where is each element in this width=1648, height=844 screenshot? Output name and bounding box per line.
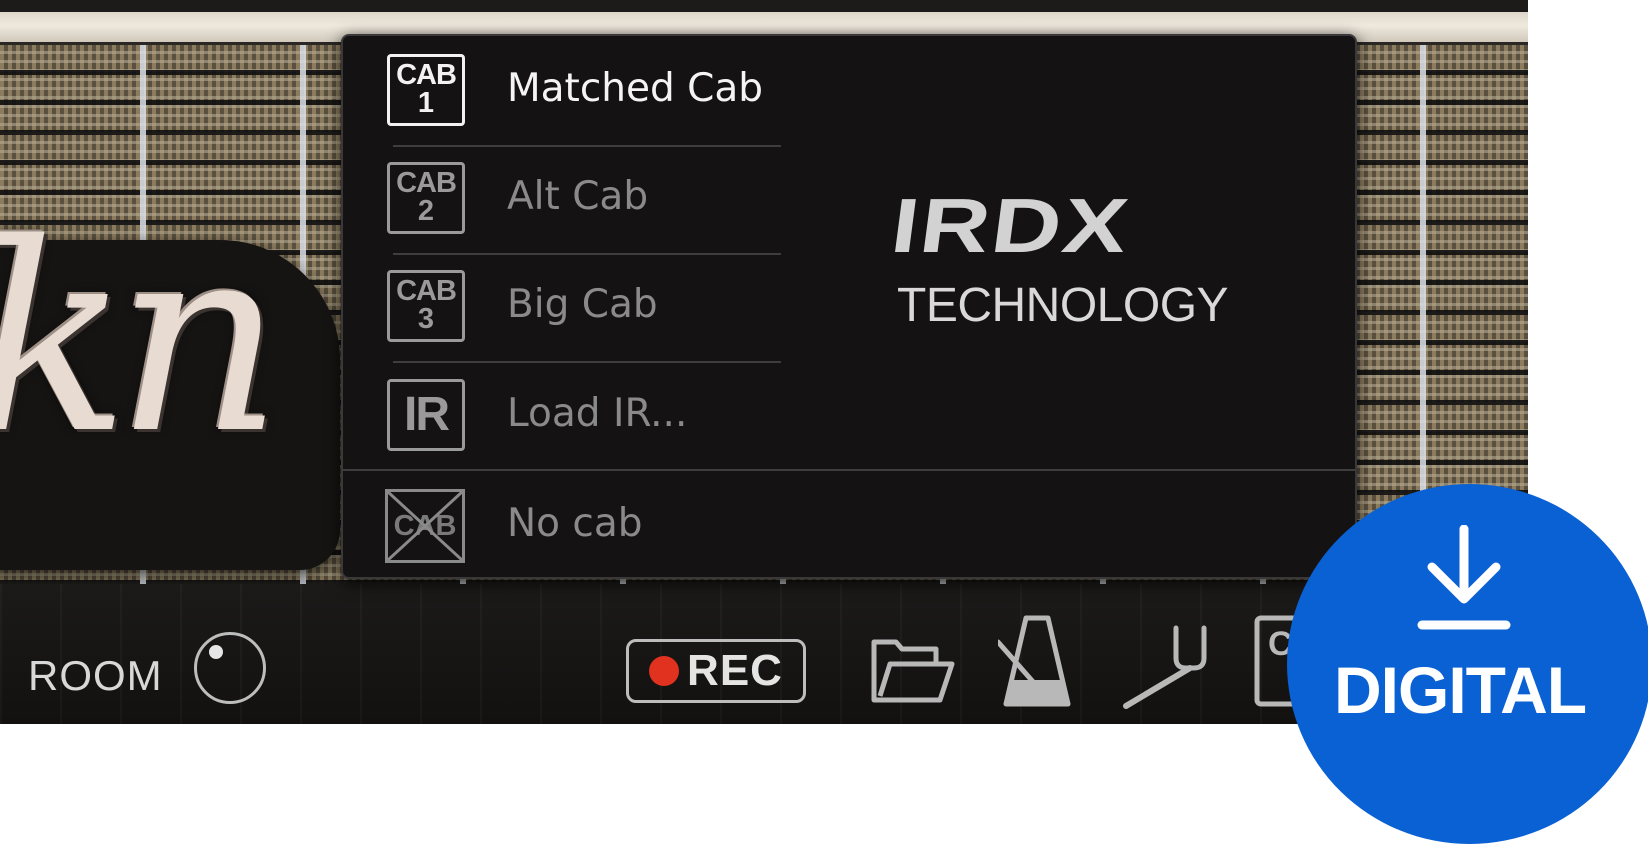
menu-item-matched-cab[interactable]: CAB 1 Matched Cab <box>343 36 783 144</box>
download-icon <box>1417 525 1511 630</box>
cross-icon <box>388 492 462 560</box>
menu-item-label: Matched Cab <box>507 66 764 111</box>
cab-select-menu: CAB 1 Matched Cab CAB 2 Alt Cab CAB 3 Bi… <box>341 34 1357 579</box>
cab-3-icon: CAB 3 <box>387 270 465 342</box>
top-strip <box>0 0 1528 12</box>
menu-item-no-cab[interactable]: CAB No cab <box>343 467 783 575</box>
cab-icon-number: 1 <box>417 87 435 119</box>
cab-2-icon: CAB 2 <box>387 162 465 234</box>
menu-item-alt-cab[interactable]: CAB 2 Alt Cab <box>343 144 783 252</box>
room-knob-indicator <box>209 645 223 659</box>
amp-logo-script: kn <box>0 189 283 491</box>
cab-icon-text: CAB <box>396 275 457 308</box>
rec-button[interactable]: REC <box>626 639 806 703</box>
menu-item-label: Big Cab <box>507 282 658 327</box>
cab-icon-number: 3 <box>417 303 435 335</box>
metronome-icon[interactable] <box>998 614 1076 710</box>
menu-item-big-cab[interactable]: CAB 3 Big Cab <box>343 252 783 360</box>
tuning-fork-icon[interactable] <box>1118 622 1210 712</box>
record-dot-icon <box>649 656 680 686</box>
ir-icon: IR <box>387 379 465 451</box>
menu-item-label: No cab <box>507 501 643 546</box>
cab-1-icon: CAB 1 <box>387 54 465 126</box>
room-knob[interactable] <box>194 632 266 704</box>
irdx-subtitle: TECHNOLOGY <box>897 279 1229 332</box>
irdx-technology-logo: IRDX TECHNOLOGY <box>886 183 1247 333</box>
irdx-mark: IRDX <box>886 183 1135 269</box>
menu-item-label: Alt Cab <box>507 174 649 219</box>
folder-icon[interactable] <box>870 636 956 706</box>
rec-label: REC <box>687 646 783 695</box>
cab-icon-text: CAB <box>396 167 457 200</box>
no-cab-icon: CAB <box>385 489 465 563</box>
room-label: ROOM <box>28 652 163 699</box>
digital-label: DIGITAL <box>1334 653 1587 727</box>
menu-item-label: Load IR... <box>507 391 688 436</box>
menu-item-load-ir[interactable]: IR Load IR... <box>343 361 783 469</box>
cab-icon-text: CAB <box>396 59 457 92</box>
cab-icon-number: 2 <box>417 195 435 227</box>
